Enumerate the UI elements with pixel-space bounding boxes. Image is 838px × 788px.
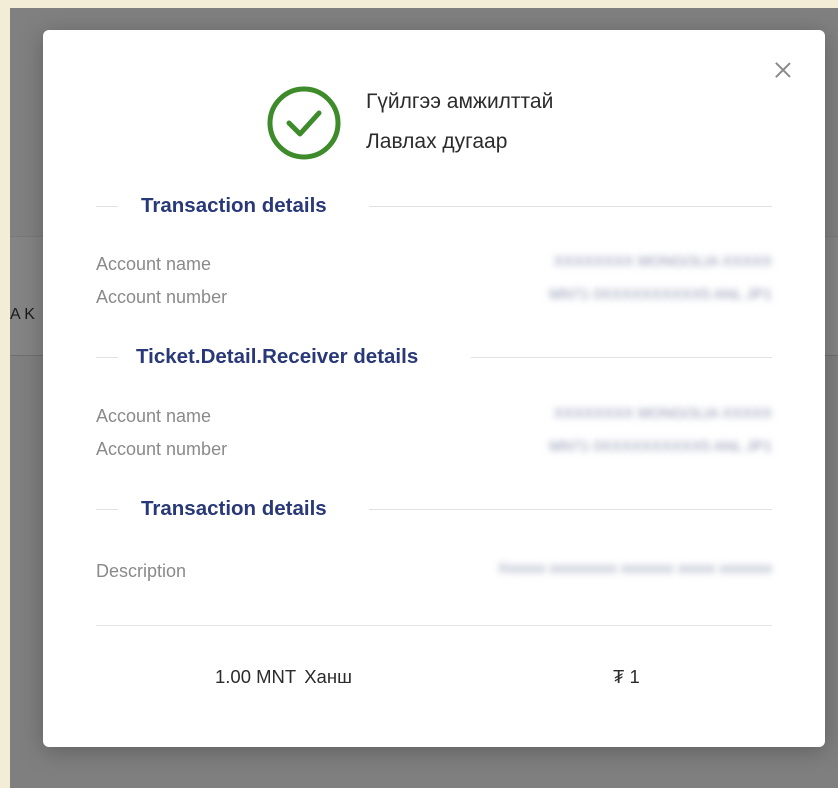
success-title: Гүйлгээ амжилттай bbox=[366, 90, 554, 113]
section-title: Transaction details bbox=[141, 194, 327, 217]
section-divider-right bbox=[369, 509, 772, 510]
exchange-rate-label: Ханш bbox=[304, 666, 352, 687]
description-value: Xxxxxx xxxxxxxxx xxxxxxx xxxxx xxxxxxx bbox=[497, 560, 772, 577]
sender-account-name-label: Account name bbox=[96, 254, 212, 274]
success-check-icon bbox=[267, 86, 341, 160]
amount-value: 1.00 MNT bbox=[215, 666, 297, 687]
section-title: Transaction details bbox=[141, 497, 327, 520]
receiver-account-number-label: Account number bbox=[96, 439, 228, 459]
footer-divider bbox=[96, 625, 772, 626]
section-header-transaction-details-description: Transaction details bbox=[96, 497, 772, 521]
section-divider-left bbox=[96, 509, 118, 510]
transaction-result-modal: Гүйлгээ амжилттай Лавлах дугаар Transact… bbox=[43, 30, 825, 747]
receiver-account-number-value: MN71 0XXXXXXXXXX5 ANL JP1 bbox=[549, 438, 772, 455]
backdrop-partial-text: A K bbox=[10, 306, 35, 323]
section-title: Ticket.Detail.Receiver details bbox=[136, 345, 419, 368]
receiver-account-name-label: Account name bbox=[96, 406, 212, 426]
section-divider-left bbox=[96, 357, 118, 358]
sender-account-number-label: Account number bbox=[96, 287, 228, 307]
tugrik-amount: ₮ 1 bbox=[613, 666, 640, 687]
close-icon[interactable] bbox=[770, 57, 796, 83]
section-header-transaction-details: Transaction details bbox=[96, 194, 772, 218]
amount-summary: 1.00 MNT Ханш bbox=[215, 666, 352, 688]
reference-number-label: Лавлах дугаар bbox=[366, 130, 508, 153]
section-divider-left bbox=[96, 206, 118, 207]
sender-account-name-value: XXXXXXXX MONGOLIA XXXXX bbox=[553, 253, 772, 270]
section-divider-right bbox=[369, 206, 772, 207]
section-header-receiver-details: Ticket.Detail.Receiver details bbox=[96, 345, 772, 369]
description-label: Description bbox=[96, 561, 187, 581]
receiver-account-name-value: XXXXXXXX MONGOLIA XXXXX bbox=[553, 405, 772, 422]
sender-account-number-value: MN71 0XXXXXXXXXX5 ANL JP1 bbox=[549, 286, 772, 303]
section-divider-right bbox=[471, 357, 772, 358]
